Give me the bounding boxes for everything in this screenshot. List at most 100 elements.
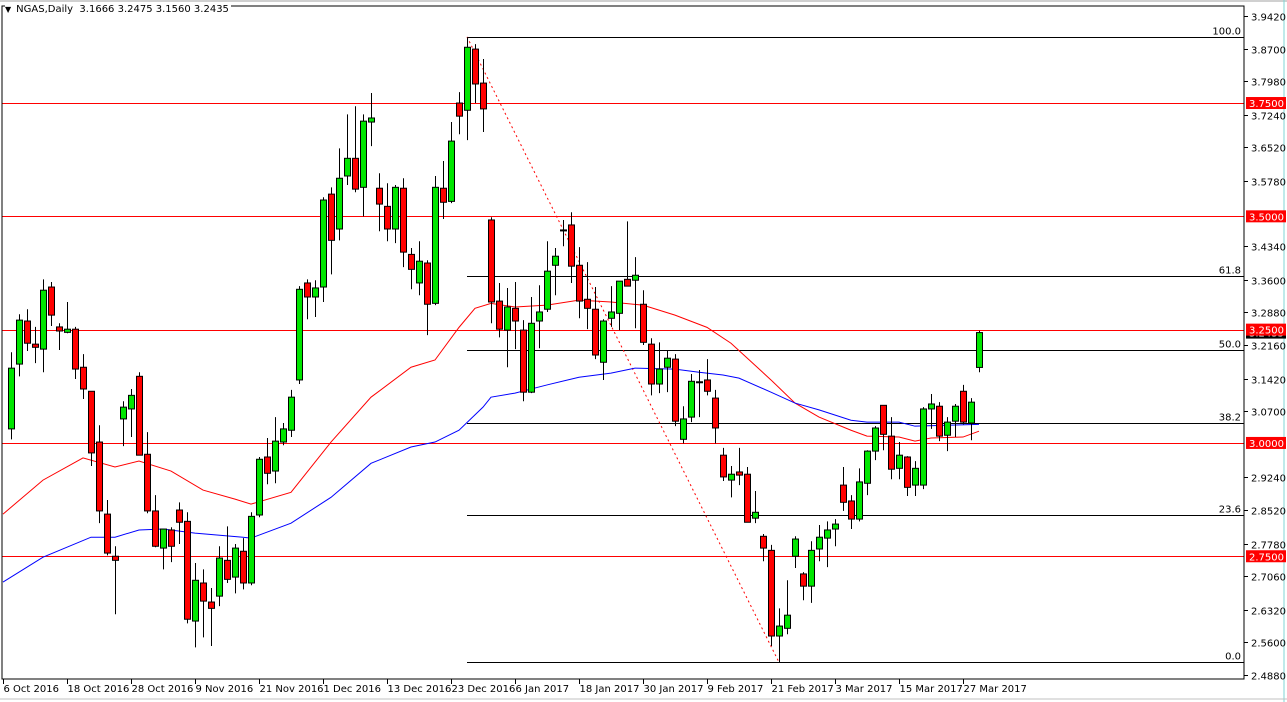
- bear-candle-body: [512, 307, 519, 322]
- triangle-down-icon[interactable]: ▼: [5, 5, 11, 14]
- bull-candle-body: [128, 394, 135, 410]
- level-price-label: 3.2500: [1249, 326, 1284, 337]
- price-tick-label: 2.7780: [1251, 541, 1286, 552]
- bear-candle-body: [400, 187, 407, 253]
- bear-candle-body: [496, 300, 503, 330]
- bear-candle-body: [568, 224, 575, 267]
- price-chart[interactable]: 100.0 61.8 50.0 38.2 23.6 0.0 3.9420 3.8700 3.7…: [0, 0, 1287, 702]
- price-tick-label: 3.9420: [1251, 13, 1286, 24]
- fib-level-label: 50.0: [1219, 340, 1241, 351]
- bear-candle-body: [472, 48, 479, 85]
- bear-candle-body: [56, 326, 63, 332]
- bear-candle-body: [24, 320, 31, 344]
- bull-candle-body: [792, 538, 799, 557]
- time-tick-label: 23 Dec 2016: [452, 684, 516, 695]
- bull-candle-body: [16, 319, 23, 365]
- time-tick-label: 21 Feb 2017: [772, 684, 834, 695]
- bull-candle-body: [120, 406, 127, 420]
- bear-candle-body: [960, 390, 967, 423]
- candle: [936, 402, 943, 442]
- candle: [432, 175, 439, 306]
- bear-candle-body: [592, 308, 599, 356]
- bear-candle-body: [168, 529, 175, 547]
- bull-candle-body: [528, 322, 535, 393]
- bear-candle-body: [264, 456, 271, 474]
- bear-candle-body: [224, 559, 231, 580]
- bull-candle-body: [608, 311, 615, 319]
- candle: [136, 372, 143, 456]
- candle: [256, 456, 263, 518]
- time-tick-label: 1 Dec 2016: [324, 684, 382, 695]
- bull-candle-body: [864, 450, 871, 484]
- bull-candle-body: [664, 357, 671, 368]
- price-tick-label: 3.3600: [1251, 277, 1286, 288]
- level-price-label: 3.7500: [1249, 99, 1284, 110]
- bear-candle-body: [488, 219, 495, 303]
- bear-candle-body: [744, 473, 751, 523]
- bear-candle-body: [768, 549, 775, 637]
- bear-candle-body: [144, 453, 151, 512]
- bull-candle-body: [920, 408, 927, 486]
- price-tick-label: 3.7240: [1251, 112, 1286, 123]
- bear-candle-body: [48, 286, 55, 316]
- candle: [920, 407, 927, 490]
- bear-candle-body: [904, 456, 911, 488]
- bear-candle-body: [88, 390, 95, 454]
- bear-candle-body: [520, 329, 527, 393]
- bull-candle-body: [616, 280, 623, 314]
- level-price-label: 3.5000: [1249, 212, 1284, 223]
- bull-candle-body: [952, 405, 959, 422]
- price-tick-label: 3.5780: [1251, 178, 1286, 189]
- bull-candle-body: [656, 368, 663, 385]
- bull-candle-body: [728, 473, 735, 481]
- candle: [296, 286, 303, 385]
- bear-candle-body: [136, 375, 143, 456]
- chart-header: ▼ NGAS,Daily 3.1666 3.2475 3.1560 3.2435: [5, 4, 231, 15]
- time-tick-label: 13 Dec 2016: [388, 684, 452, 695]
- bull-candle-body: [752, 511, 759, 519]
- bear-candle-body: [936, 405, 943, 437]
- time-tick-label: 6 Oct 2016: [4, 684, 59, 695]
- bull-candle-body: [336, 177, 343, 230]
- bull-candle-body: [344, 157, 351, 177]
- bear-candle-body: [584, 298, 591, 309]
- bear-candle-body: [440, 187, 447, 203]
- bull-candle-body: [896, 454, 903, 469]
- time-tick-label: 30 Jan 2017: [644, 684, 704, 695]
- candle: [672, 354, 679, 427]
- bear-candle-body: [576, 264, 583, 302]
- fib-level-label: 23.6: [1219, 505, 1241, 516]
- bull-candle-body: [536, 311, 543, 322]
- bull-candle-body: [944, 421, 951, 436]
- bull-candle-body: [832, 523, 839, 530]
- candle: [520, 320, 527, 402]
- price-tick-label: 2.6320: [1251, 607, 1286, 618]
- bear-candle-body: [384, 205, 391, 230]
- bear-candle-body: [480, 82, 487, 110]
- price-axis[interactable]: 3.9420 3.8700 3.7980 3.7240 3.6520 3.5780 3.43…: [1243, 6, 1286, 683]
- price-tick-label: 3.8700: [1251, 46, 1286, 57]
- bear-candle-body: [352, 157, 359, 190]
- bear-candle-body: [72, 328, 79, 370]
- time-tick-label: 27 Mar 2017: [964, 684, 1027, 695]
- time-tick-label: 21 Nov 2016: [260, 684, 324, 695]
- bear-candle-body: [328, 193, 335, 241]
- bull-candle-body: [192, 579, 199, 622]
- bear-candle-body: [888, 435, 895, 470]
- bear-candle-body: [96, 441, 103, 512]
- time-tick-label: 6 Jan 2017: [516, 684, 570, 695]
- level-price-label: 2.7500: [1249, 552, 1284, 563]
- price-tick-label: 3.2880: [1251, 309, 1286, 320]
- fib-level-label: 0.0: [1225, 652, 1241, 663]
- bull-candle-body: [872, 427, 879, 452]
- time-tick-label: 3 Mar 2017: [836, 684, 893, 695]
- time-tick-label: 18 Jan 2017: [580, 684, 640, 695]
- bear-candle-body: [104, 513, 111, 554]
- price-tick-label: 2.7060: [1251, 573, 1286, 584]
- price-tick-label: 2.8520: [1251, 507, 1286, 518]
- bull-candle-body: [600, 320, 607, 363]
- bear-candle-body: [80, 366, 87, 390]
- bull-candle-body: [272, 440, 279, 472]
- bear-candle-body: [408, 253, 415, 270]
- bull-candle-body: [256, 458, 263, 516]
